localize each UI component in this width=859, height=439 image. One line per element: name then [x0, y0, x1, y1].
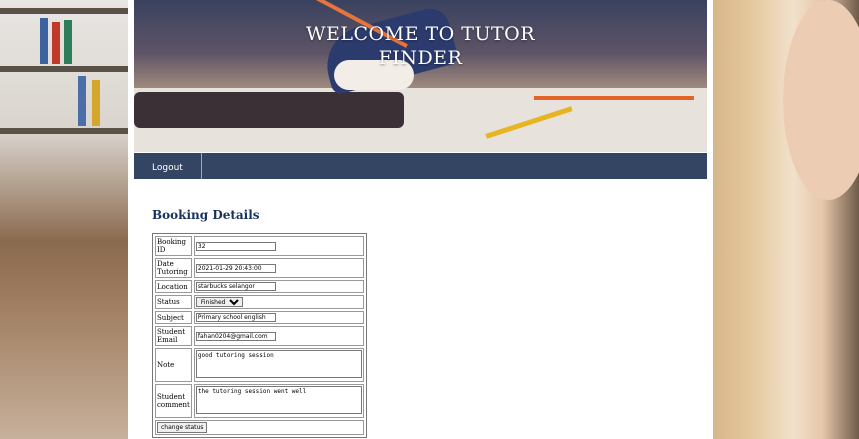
bookshelf	[0, 128, 128, 134]
note-textarea[interactable]: good tutoring session	[195, 350, 362, 378]
student-comment-label: Student comment	[155, 384, 192, 418]
book	[52, 22, 60, 64]
booking-id-label: Booking ID	[155, 236, 192, 256]
subject-cell	[193, 311, 364, 324]
student-comment-textarea[interactable]: the tutoring session went well	[195, 386, 362, 414]
status-cell: Finished	[193, 295, 364, 309]
status-select[interactable]: Finished	[195, 297, 243, 307]
site-title: WELCOME TO TUTOR FINDER	[134, 22, 707, 70]
status-label: Status	[155, 295, 192, 309]
form-row-actions: change status	[155, 420, 364, 435]
book	[92, 80, 100, 126]
page-title: Booking Details	[152, 208, 260, 222]
form-row-student-email: Student Email	[155, 326, 364, 346]
site-title-line2: FINDER	[378, 47, 463, 69]
banner-pencil-case	[134, 92, 404, 128]
change-status-button[interactable]: change status	[157, 422, 208, 433]
form-row-student-comment: Student comment the tutoring session wen…	[155, 384, 364, 418]
date-tutoring-cell	[193, 258, 364, 278]
nav-bar: Logout	[134, 153, 707, 179]
banner-pencil	[534, 96, 694, 100]
booking-id-cell	[193, 236, 364, 256]
actions-cell: change status	[155, 420, 364, 435]
bookshelf	[0, 8, 128, 14]
location-field[interactable]	[195, 282, 276, 291]
location-label: Location	[155, 280, 192, 293]
form-row-status: Status Finished	[155, 295, 364, 309]
book	[40, 18, 48, 64]
site-title-line1: WELCOME TO TUTOR	[305, 23, 536, 45]
bookshelf	[0, 66, 128, 72]
book	[64, 20, 72, 64]
booking-id-field[interactable]	[195, 241, 276, 251]
background-photo-right	[713, 0, 859, 439]
student-email-label: Student Email	[155, 326, 192, 346]
student-email-field[interactable]	[195, 331, 276, 341]
date-tutoring-label: Date Tutoring	[155, 258, 192, 278]
location-cell	[193, 280, 364, 293]
page-content: WELCOME TO TUTOR FINDER Logout Booking D…	[128, 0, 713, 439]
form-row-note: Note good tutoring session	[155, 348, 364, 382]
form-row-date-tutoring: Date Tutoring	[155, 258, 364, 278]
booking-details-form: Booking ID Date Tutoring Location Status…	[152, 233, 367, 438]
note-cell: good tutoring session	[193, 348, 364, 382]
date-tutoring-field[interactable]	[195, 263, 276, 273]
logout-link[interactable]: Logout	[134, 153, 202, 179]
background-photo-left	[0, 0, 128, 439]
student-comment-cell: the tutoring session went well	[193, 384, 364, 418]
subject-field[interactable]	[195, 313, 276, 322]
book	[78, 76, 86, 126]
student-email-cell	[193, 326, 364, 346]
subject-label: Subject	[155, 311, 192, 324]
form-row-booking-id: Booking ID	[155, 236, 364, 256]
form-row-subject: Subject	[155, 311, 364, 324]
form-row-location: Location	[155, 280, 364, 293]
person	[783, 0, 859, 200]
header-banner: WELCOME TO TUTOR FINDER	[134, 0, 707, 152]
note-label: Note	[155, 348, 192, 382]
